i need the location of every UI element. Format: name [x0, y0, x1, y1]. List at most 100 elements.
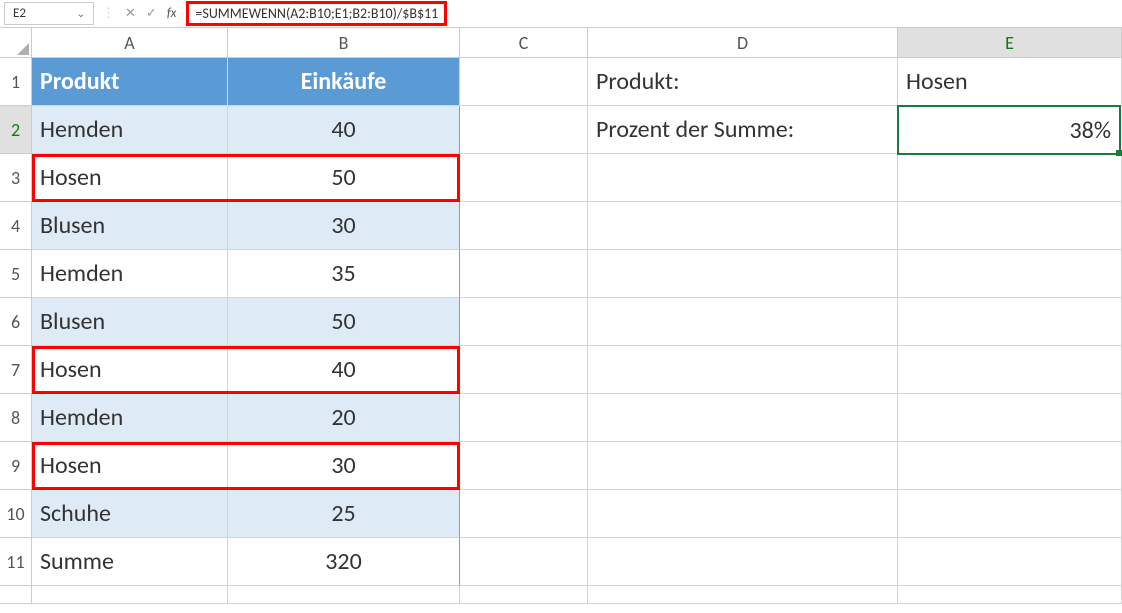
- cell-E12[interactable]: [898, 586, 1122, 604]
- row-header-4[interactable]: 4: [0, 202, 32, 250]
- col-header-E[interactable]: E: [898, 28, 1122, 58]
- cell-E3[interactable]: [898, 154, 1122, 202]
- col-header-A[interactable]: A: [32, 28, 228, 58]
- row-header-11[interactable]: 11: [0, 538, 32, 586]
- row-5: 5 Hemden 35: [0, 250, 1122, 298]
- cell-B3[interactable]: 50: [228, 154, 460, 202]
- cancel-icon[interactable]: ✕: [125, 6, 136, 21]
- divider-icon: ⋮: [102, 6, 115, 21]
- select-all-corner[interactable]: [0, 28, 32, 58]
- cell-E4[interactable]: [898, 202, 1122, 250]
- row-12: [0, 586, 1122, 604]
- row-9: 9 Hosen 30: [0, 442, 1122, 490]
- cell-B2[interactable]: 40: [228, 106, 460, 154]
- row-header-3[interactable]: 3: [0, 154, 32, 202]
- row-header-1[interactable]: 1: [0, 58, 32, 106]
- cell-C8[interactable]: [460, 394, 588, 442]
- cell-B11[interactable]: 320: [228, 538, 460, 586]
- cell-E6[interactable]: [898, 298, 1122, 346]
- row-header-7[interactable]: 7: [0, 346, 32, 394]
- row-header-6[interactable]: 6: [0, 298, 32, 346]
- cell-B1[interactable]: Einkäufe: [228, 58, 460, 106]
- cell-C11[interactable]: [460, 538, 588, 586]
- cell-A9[interactable]: Hosen: [32, 442, 228, 490]
- cell-E7[interactable]: [898, 346, 1122, 394]
- cell-E8[interactable]: [898, 394, 1122, 442]
- row-header-12[interactable]: [0, 586, 32, 604]
- cell-A7[interactable]: Hosen: [32, 346, 228, 394]
- spreadsheet-grid[interactable]: A B C D E 1 Produkt Einkäufe Produkt: Ho…: [0, 28, 1122, 604]
- cell-C6[interactable]: [460, 298, 588, 346]
- cell-B8[interactable]: 20: [228, 394, 460, 442]
- row-10: 10 Schuhe 25: [0, 490, 1122, 538]
- row-1: 1 Produkt Einkäufe Produkt: Hosen: [0, 58, 1122, 106]
- row-header-2[interactable]: 2: [0, 106, 32, 154]
- cell-C10[interactable]: [460, 490, 588, 538]
- cell-A6[interactable]: Blusen: [32, 298, 228, 346]
- cell-E1[interactable]: Hosen: [898, 58, 1122, 106]
- cell-D7[interactable]: [588, 346, 898, 394]
- cell-D2[interactable]: Prozent der Summe:: [588, 106, 898, 154]
- cell-A10[interactable]: Schuhe: [32, 490, 228, 538]
- cell-B5[interactable]: 35: [228, 250, 460, 298]
- cell-B7[interactable]: 40: [228, 346, 460, 394]
- row-4: 4 Blusen 30: [0, 202, 1122, 250]
- cell-D9[interactable]: [588, 442, 898, 490]
- formula-bar: E2 ⌄ ⋮ ✕ ✓ fx =SUMMEWENN(A2:B10;E1;B2:B1…: [0, 0, 1122, 28]
- cell-B10[interactable]: 25: [228, 490, 460, 538]
- cell-A12[interactable]: [32, 586, 228, 604]
- cell-E9[interactable]: [898, 442, 1122, 490]
- cell-B12[interactable]: [228, 586, 460, 604]
- column-header-row: A B C D E: [0, 28, 1122, 58]
- cell-C3[interactable]: [460, 154, 588, 202]
- col-header-C[interactable]: C: [460, 28, 588, 58]
- cell-A4[interactable]: Blusen: [32, 202, 228, 250]
- row-header-10[interactable]: 10: [0, 490, 32, 538]
- row-header-5[interactable]: 5: [0, 250, 32, 298]
- row-header-8[interactable]: 8: [0, 394, 32, 442]
- cell-D4[interactable]: [588, 202, 898, 250]
- row-6: 6 Blusen 50: [0, 298, 1122, 346]
- fx-icon[interactable]: fx: [167, 6, 177, 21]
- formula-bar-icons: ✕ ✓ fx: [119, 6, 182, 21]
- cell-A8[interactable]: Hemden: [32, 394, 228, 442]
- cell-C2[interactable]: [460, 106, 588, 154]
- cell-E2[interactable]: 38%: [897, 105, 1121, 155]
- row-7: 7 Hosen 40: [0, 346, 1122, 394]
- chevron-down-icon[interactable]: ⌄: [77, 7, 85, 20]
- row-11: 11 Summe 320: [0, 538, 1122, 586]
- formula-input[interactable]: =SUMMEWENN(A2:B10;E1;B2:B10)/$B$11: [186, 1, 447, 26]
- cell-C5[interactable]: [460, 250, 588, 298]
- cell-A2[interactable]: Hemden: [32, 106, 228, 154]
- cell-A1[interactable]: Produkt: [32, 58, 228, 106]
- col-header-D[interactable]: D: [588, 28, 898, 58]
- cell-D12[interactable]: [588, 586, 898, 604]
- row-2: 2 Hemden 40 Prozent der Summe: 38%: [0, 106, 1122, 154]
- cell-D8[interactable]: [588, 394, 898, 442]
- cell-E5[interactable]: [898, 250, 1122, 298]
- cell-E11[interactable]: [898, 538, 1122, 586]
- cell-A5[interactable]: Hemden: [32, 250, 228, 298]
- cell-D1[interactable]: Produkt:: [588, 58, 898, 106]
- row-header-9[interactable]: 9: [0, 442, 32, 490]
- confirm-icon[interactable]: ✓: [146, 6, 157, 21]
- cell-C12[interactable]: [460, 586, 588, 604]
- cell-D10[interactable]: [588, 490, 898, 538]
- cell-E10[interactable]: [898, 490, 1122, 538]
- cell-A11[interactable]: Summe: [32, 538, 228, 586]
- cell-B6[interactable]: 50: [228, 298, 460, 346]
- cell-D3[interactable]: [588, 154, 898, 202]
- name-box[interactable]: E2 ⌄: [4, 2, 94, 25]
- col-header-B[interactable]: B: [228, 28, 460, 58]
- cell-A3[interactable]: Hosen: [32, 154, 228, 202]
- cell-C4[interactable]: [460, 202, 588, 250]
- cell-C7[interactable]: [460, 346, 588, 394]
- name-box-value: E2: [13, 6, 26, 21]
- cell-D11[interactable]: [588, 538, 898, 586]
- cell-D5[interactable]: [588, 250, 898, 298]
- cell-C1[interactable]: [460, 58, 588, 106]
- cell-C9[interactable]: [460, 442, 588, 490]
- cell-D6[interactable]: [588, 298, 898, 346]
- cell-B4[interactable]: 30: [228, 202, 460, 250]
- cell-B9[interactable]: 30: [228, 442, 460, 490]
